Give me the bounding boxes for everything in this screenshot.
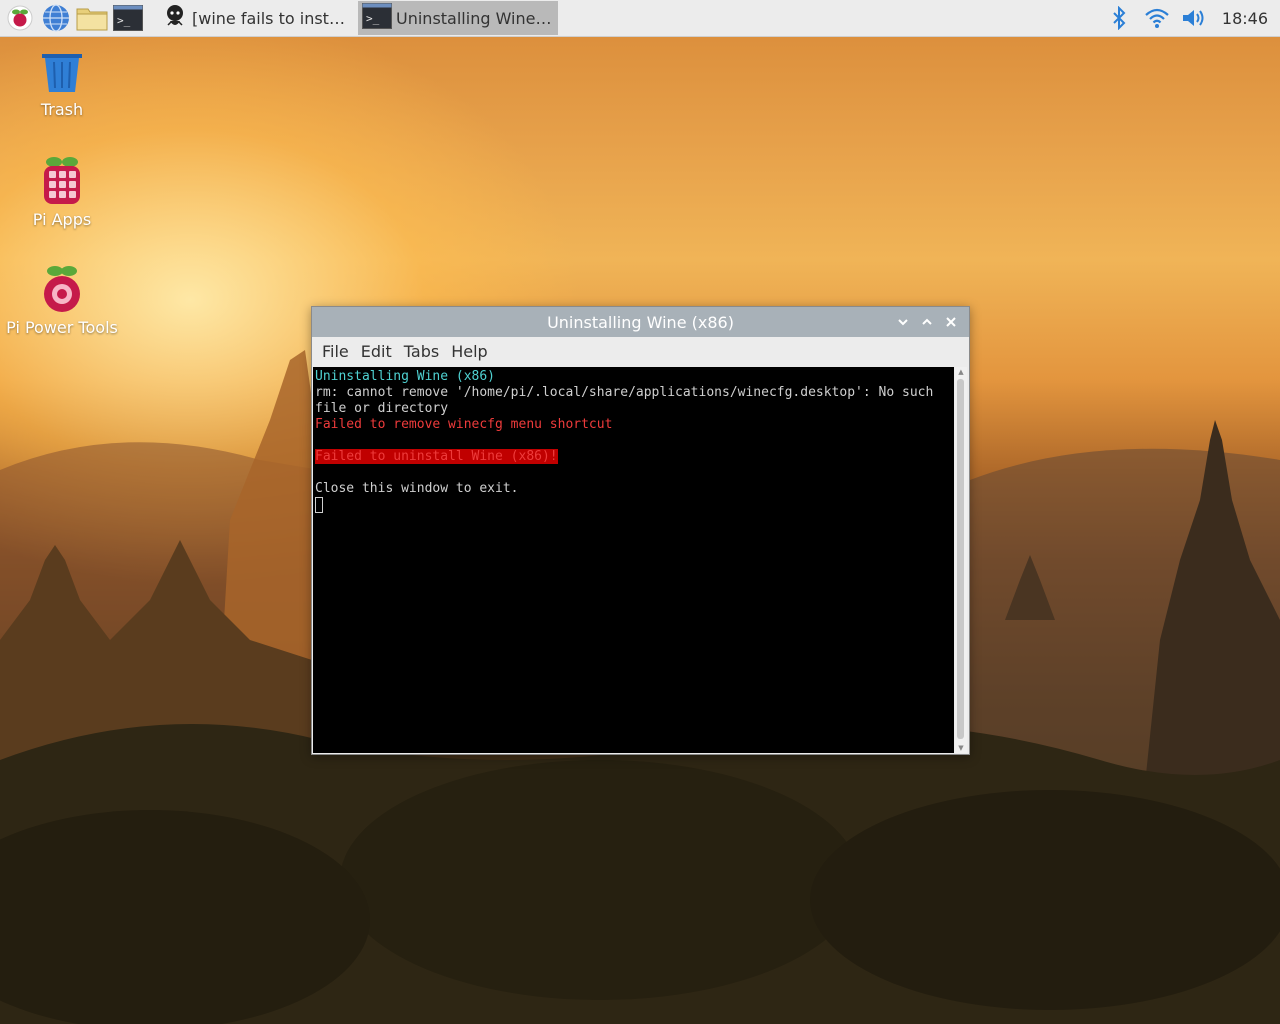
desktop-icon-label: Pi Apps [32,210,92,229]
raspberry-menu-icon[interactable] [4,2,36,34]
terminal-line: Uninstalling Wine (x86) [315,369,496,384]
menu-tabs[interactable]: Tabs [398,342,445,361]
task-label: [wine fails to install · I... [192,8,354,28]
task-browser[interactable]: [wine fails to install · I... [158,1,358,35]
bluetooth-icon[interactable] [1104,3,1134,33]
terminal-line: Failed to remove winecfg menu shortcut [315,417,613,432]
menu-file[interactable]: File [316,342,355,361]
system-tray: 18:46 [1104,0,1280,36]
svg-text:>_: >_ [117,14,131,27]
pi-power-tools-icon [44,266,80,312]
trash-icon [42,54,82,92]
file-manager-icon[interactable] [76,2,108,34]
task-terminal[interactable]: >_ Uninstalling Wine (x8... [358,1,558,35]
terminal-scrollbar[interactable]: ▲ ▼ [955,367,967,753]
task-label: Uninstalling Wine (x8... [396,8,554,28]
scroll-down-icon[interactable]: ▼ [955,743,967,753]
pi-apps-icon [44,157,80,204]
window-titlebar[interactable]: Uninstalling Wine (x86) [312,307,969,337]
terminal-cursor-line [315,497,952,513]
scrollbar-thumb[interactable] [957,379,964,739]
svg-text:>_: >_ [366,12,380,25]
menu-bar: File Edit Tabs Help [312,337,969,365]
close-button[interactable] [939,310,963,334]
clock[interactable]: 18:46 [1222,9,1268,28]
github-icon [162,3,188,33]
scroll-up-icon[interactable]: ▲ [955,367,967,377]
terminal-error-line: Failed to uninstall Wine (x86)! [315,449,558,464]
desktop-icon-pi-apps[interactable]: Pi Apps [0,156,124,229]
terminal-icon[interactable]: >_ [112,2,144,34]
terminal-cursor [315,497,323,513]
terminal-line: file or directory [315,401,449,416]
terminal-icon: >_ [362,3,392,33]
terminal-line-wrap: Failed to uninstall Wine (x86)! [315,449,952,465]
desktop-icon-pi-power-tools[interactable]: Pi Power Tools [0,264,124,337]
web-browser-icon[interactable] [40,2,72,34]
terminal-window: Uninstalling Wine (x86) File Edit Tabs H… [311,306,970,755]
terminal-output[interactable]: Uninstalling Wine (x86) rm: cannot remove… [313,367,954,753]
volume-icon[interactable] [1180,3,1210,33]
taskbar: >_ [wine fails to install · I... >_ Unin… [0,0,1280,37]
menu-edit[interactable]: Edit [355,342,398,361]
wifi-icon[interactable] [1142,3,1172,33]
desktop-icon-trash[interactable]: Trash [0,48,124,119]
maximize-button[interactable] [915,310,939,334]
terminal-line: Close this window to exit. [315,481,519,496]
minimize-button[interactable] [891,310,915,334]
menu-help[interactable]: Help [445,342,493,361]
desktop-icon-label: Pi Power Tools [6,318,118,337]
terminal-line: rm: cannot remove '/home/pi/.local/share… [315,385,934,400]
window-title: Uninstalling Wine (x86) [547,312,734,332]
desktop-icon-label: Trash [40,100,84,119]
